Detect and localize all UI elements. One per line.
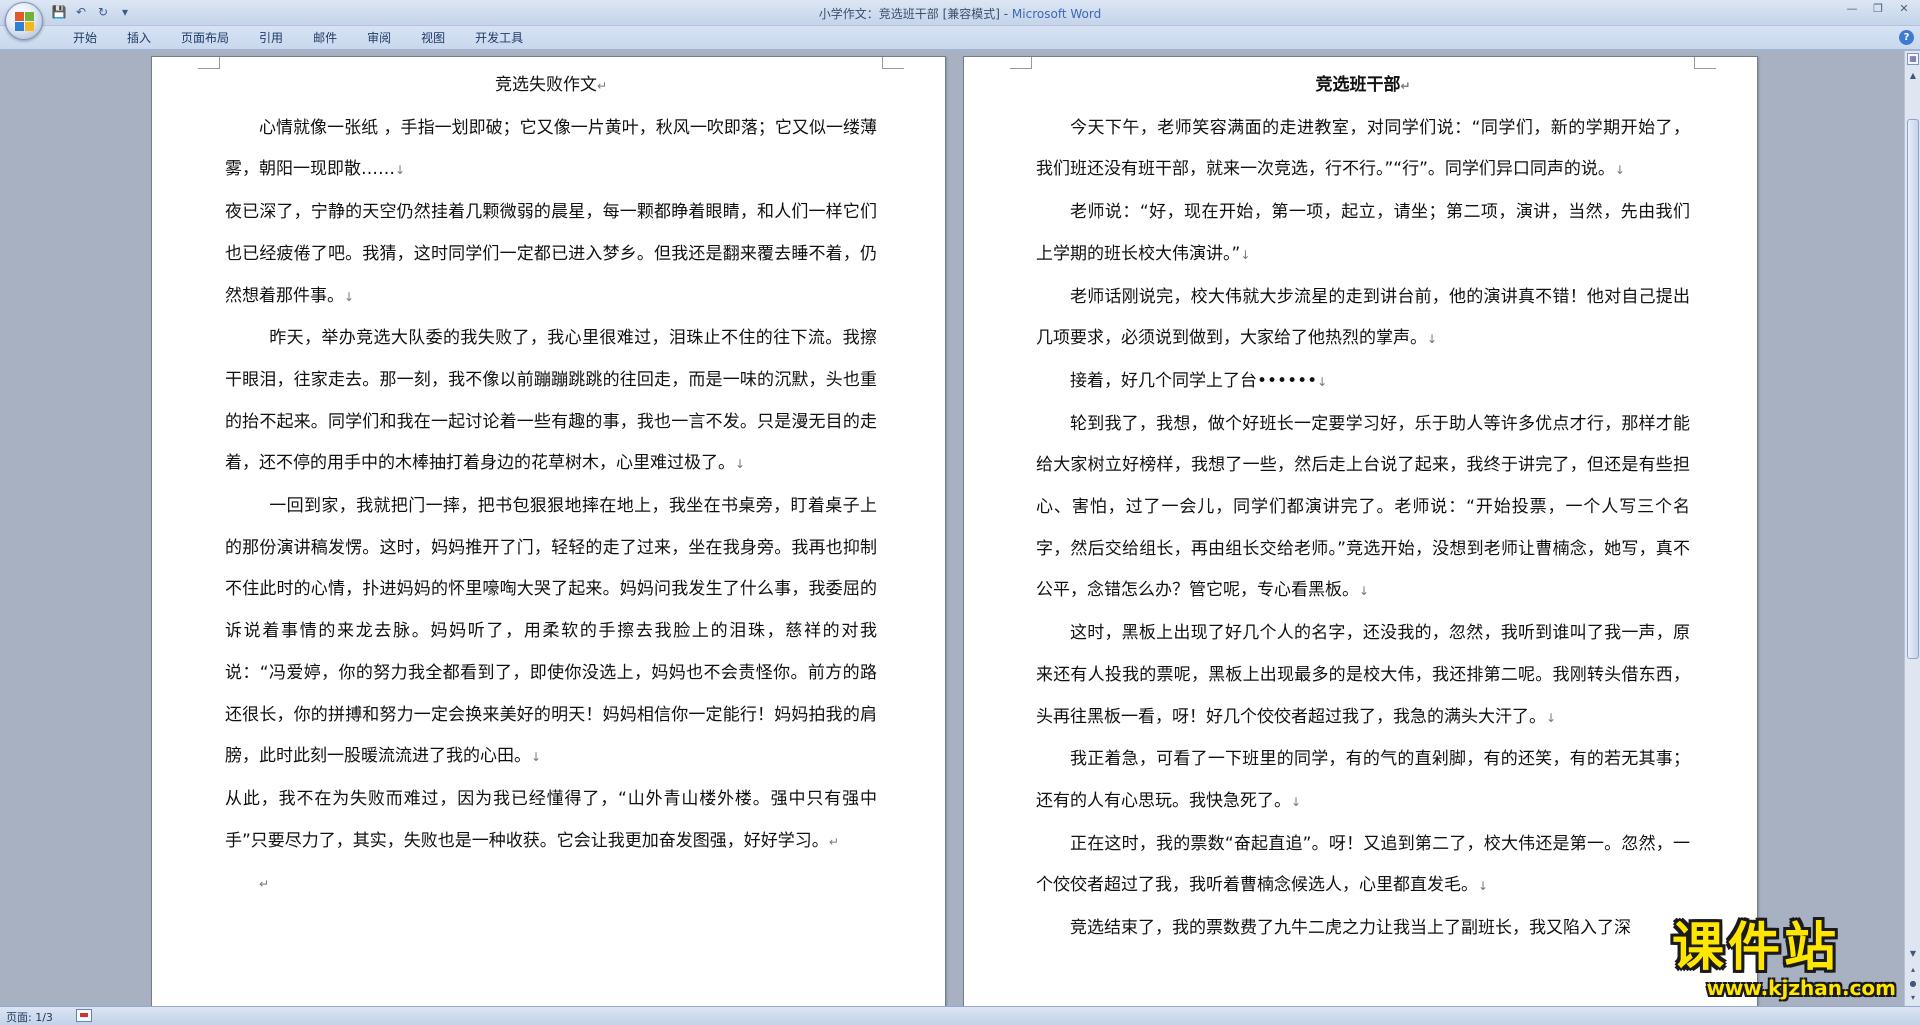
scroll-down-arrow-icon[interactable]: ▼ (1907, 947, 1919, 960)
status-bar: 页面: 1/3 (0, 1006, 1920, 1025)
paragraph: 轮到我了，我想，做个好班长一定要学习好，乐于助人等许多优点才行，那样才能给大家树… (1036, 413, 1690, 601)
watermark-name: 课件站 (1672, 918, 1841, 978)
document-area[interactable]: 竞选失败作文↵ 心情就像一张纸 ，手指一划即破；它又像一片黄叶，秋风一吹即落；它… (0, 51, 1904, 1006)
proofing-icon[interactable] (76, 1009, 92, 1022)
paragraph: 一回到家，我就把门一摔，把书包狠狠地摔在地上，我坐在书桌旁，盯着桌子上的那份演讲… (225, 496, 877, 767)
window-title: 小学作文：竞选班干部 [兼容模式] - Microsoft Word (0, 5, 1920, 22)
essay-title: 竞选失败作文↵ (494, 75, 608, 95)
paragraph: 接着，好几个同学上了台••••••↓ (1070, 370, 1328, 391)
close-icon[interactable]: ✕ (1894, 2, 1914, 16)
paragraph: 这时，黑板上出现了好几个人的名字，还没我的，忽然，我听到谁叫了我一声，原来还有人… (1036, 623, 1690, 727)
office-button[interactable] (5, 2, 43, 40)
paragraph: 老师说：“好，现在开始，第一项，起立，请坐；第二项，演讲，当然，先由我们上学期的… (1036, 202, 1690, 264)
crop-mark (882, 57, 904, 69)
tab-page-layout[interactable]: 页面布局 (166, 30, 244, 46)
paragraph: 今天下午，老师笑容满面的走进教室，对同学们说：“同学们，新的学期开始了，我们班还… (1036, 117, 1690, 180)
paragraph: 昨天，举办竞选大队委的我失败了，我心里很难过，泪珠止不住的往下流。我擦干眼泪，往… (225, 328, 877, 474)
office-logo-icon (15, 12, 35, 32)
scrollbar-thumb[interactable] (1907, 119, 1919, 659)
page-content[interactable]: 竞选班干部↵ 今天下午，老师笑容满面的走进教室，对同学们说：“同学们，新的学期开… (1036, 65, 1690, 951)
ribbon-tabs: 开始 插入 页面布局 引用 邮件 审阅 视图 开发工具 (58, 30, 538, 46)
next-page-icon[interactable]: ▾ (1907, 991, 1919, 1004)
window-controls: — ❐ ✕ (1842, 2, 1914, 16)
previous-page-icon[interactable]: ▴ (1907, 963, 1919, 976)
paragraph: 我正着急，可看了一下班里的同学，有的气的直剁脚，有的还笑，有的若无其事；还有的人… (1036, 749, 1690, 811)
paragraph: 从此，我不在为失败而难过，因为我已经懂得了，“山外青山楼外楼。强中只有强中手”只… (225, 788, 877, 851)
page-content[interactable]: 竞选失败作文↵ 心情就像一张纸 ，手指一划即破；它又像一片黄叶，秋风一吹即落；它… (225, 65, 877, 906)
paragraph: 心情就像一张纸 ，手指一划即破；它又像一片黄叶，秋风一吹即落；它又似一缕薄雾，朝… (225, 117, 877, 180)
app-name: Microsoft Word (1011, 7, 1102, 21)
document-title: 小学作文：竞选班干部 [兼容模式] - (818, 7, 1012, 21)
tab-insert[interactable]: 插入 (112, 30, 166, 46)
paragraph: 正在这时，我的票数“奋起直追”。呀！又追到第二了，校大伟还是第一。忽然，一个佼佼… (1036, 833, 1690, 896)
essay-title: 竞选班干部↵ (1315, 75, 1411, 95)
tab-references[interactable]: 引用 (244, 30, 298, 46)
ribbon-tab-bar: 开始 插入 页面布局 引用 邮件 审阅 视图 开发工具 ? (0, 26, 1920, 50)
crop-mark (1010, 57, 1032, 69)
maximize-icon[interactable]: ❐ (1868, 2, 1888, 16)
help-icon[interactable]: ? (1899, 30, 1914, 45)
vertical-scrollbar[interactable]: ▦ ▲ ▼ ▴ ● ▾ (1904, 51, 1920, 1006)
view-ruler-icon[interactable]: ▦ (1907, 53, 1919, 65)
document-page-right[interactable]: 竞选班干部↵ 今天下午，老师笑容满面的走进教室，对同学们说：“同学们，新的学期开… (963, 56, 1758, 1006)
scroll-up-arrow-icon[interactable]: ▲ (1907, 69, 1919, 82)
watermark-url: www.kjzhan.com (1706, 976, 1896, 1000)
paragraph: 老师话刚说完，校大伟就大步流星的走到讲台前，他的演讲真不错！他对自己提出几项要求… (1036, 286, 1690, 349)
tab-home[interactable]: 开始 (58, 30, 112, 46)
paragraph: 竞选结束了，我的票数费了九牛二虎之力让我当上了副班长，我又陷入了深 (1070, 918, 1631, 939)
page-number-indicator[interactable]: 页面: 1/3 (6, 1009, 53, 1025)
minimize-icon[interactable]: — (1842, 2, 1862, 16)
crop-mark (198, 57, 220, 69)
select-browse-object-icon[interactable]: ● (1907, 977, 1919, 990)
watermark-logo: 课件站 www.kjzhan.com (1672, 920, 1902, 1005)
tab-view[interactable]: 视图 (406, 30, 460, 46)
paragraph: 夜已深了，宁静的天空仍然挂着几颗微弱的晨星，每一颗都睁着眼睛，和人们一样它们也已… (225, 202, 877, 306)
paragraph: ↵ (259, 877, 270, 892)
tab-developer[interactable]: 开发工具 (460, 30, 538, 46)
title-bar: 💾 ↶ ↻ ▾ 小学作文：竞选班干部 [兼容模式] - Microsoft Wo… (0, 0, 1920, 26)
tab-mailings[interactable]: 邮件 (298, 30, 352, 46)
document-page-left[interactable]: 竞选失败作文↵ 心情就像一张纸 ，手指一划即破；它又像一片黄叶，秋风一吹即落；它… (151, 56, 946, 1006)
crop-mark (1694, 57, 1716, 69)
tab-review[interactable]: 审阅 (352, 30, 406, 46)
